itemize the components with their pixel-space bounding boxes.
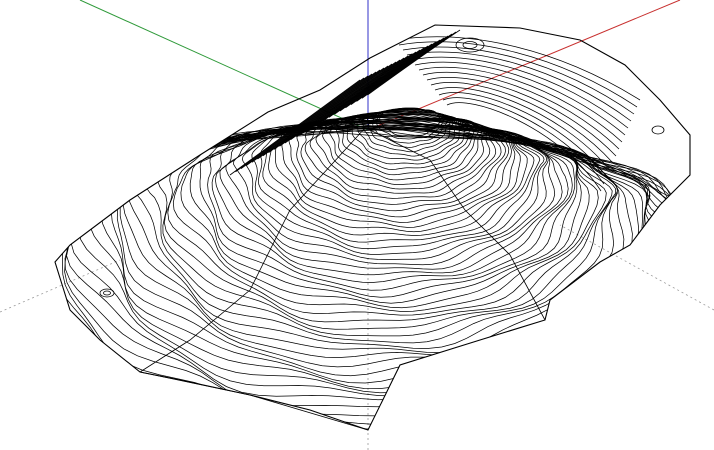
crater-right: [651, 125, 665, 135]
crater-top-inner: [462, 41, 478, 49]
cliff-contour-line: [235, 77, 365, 173]
contour-line: [128, 121, 618, 349]
crater-left-inner: [103, 290, 111, 296]
axis-neg-x: [0, 259, 121, 313]
cliff-contour-line: [262, 67, 385, 157]
terrain-scene[interactable]: [0, 0, 714, 450]
contour-line: [180, 118, 582, 309]
crater-left: [99, 288, 115, 298]
3d-viewport[interactable]: [0, 0, 714, 450]
contour-line: [55, 129, 690, 425]
mesh-edge-bottom: [139, 371, 369, 431]
contour-line: [55, 126, 690, 430]
cliff-contour-line: [367, 29, 461, 96]
contour-line: [55, 126, 690, 430]
contour-line: [55, 128, 690, 430]
terrain-contours: [55, 29, 690, 430]
axis-neg-y: [559, 224, 714, 311]
axes: [79, 0, 681, 131]
